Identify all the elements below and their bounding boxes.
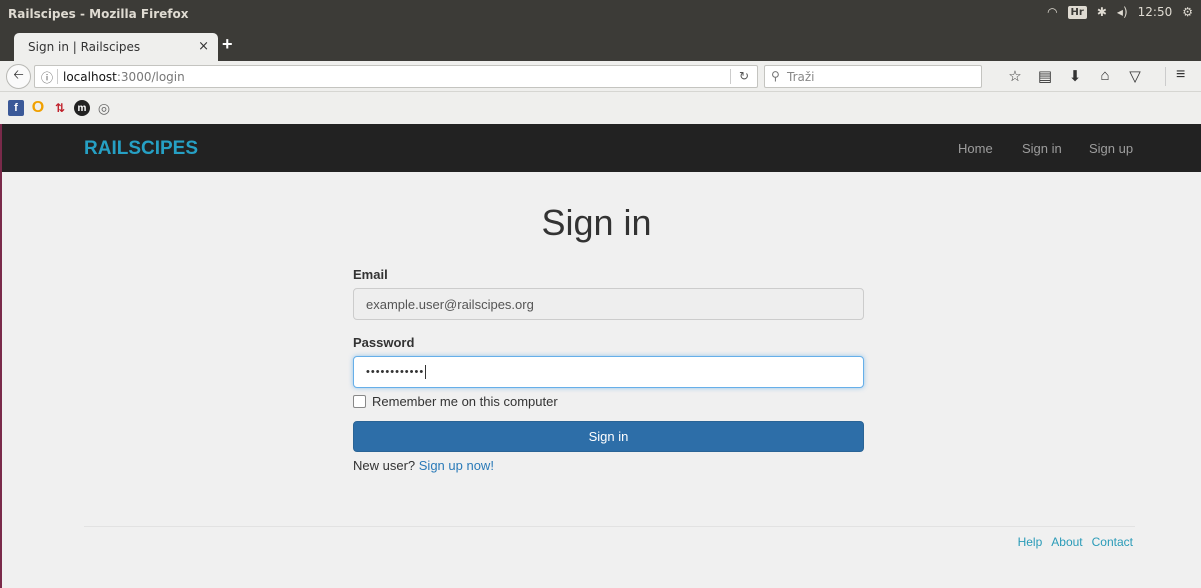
navigation-toolbar: 🡠 ⓘ localhost:3000/login ↻ ⚲ Traži ☆ ▤ ⬇… <box>0 61 1201 92</box>
back-button[interactable]: 🡠 <box>6 64 31 89</box>
tab-close-icon[interactable]: × <box>198 39 209 54</box>
remember-me-label: Remember me on this computer <box>372 394 558 409</box>
footer-contact-link[interactable]: Contact <box>1092 535 1133 549</box>
clock[interactable]: 12:50 <box>1138 5 1173 19</box>
footer-links: Help About Contact <box>1018 535 1133 549</box>
new-user-text: New user? <box>353 458 416 473</box>
brand-logo[interactable]: RAILSCIPES <box>84 138 198 160</box>
new-user-prompt: New user? Sign up now! <box>353 458 494 473</box>
tab-strip: Sign in | Railscipes × + <box>0 28 1201 61</box>
toolbar-separator <box>1165 67 1166 86</box>
opera-icon[interactable]: O <box>30 99 46 116</box>
tab-sign-in[interactable]: Sign in | Railscipes × <box>14 33 218 61</box>
search-bar[interactable]: ⚲ Traži <box>764 65 982 88</box>
reload-icon[interactable]: ↻ <box>739 69 749 83</box>
password-value: •••••••••••• <box>366 365 425 378</box>
facebook-icon[interactable]: f <box>8 100 24 116</box>
email-field[interactable]: example.user@railscipes.org <box>353 288 864 320</box>
page-content: RAILSCIPES Home Sign in Sign up Sign in … <box>0 124 1201 588</box>
bookmarks-toolbar: f O ⇅ m ◎ <box>0 92 1201 124</box>
toolbar-icons: ☆ ▤ ⬇ ⌂ ▽ <box>1000 67 1150 85</box>
url-text: localhost:3000/login <box>63 70 185 84</box>
system-tray: ◠ Hr ✱ ◂) 12:50 ⚙ <box>1047 5 1193 19</box>
footer-help-link[interactable]: Help <box>1018 535 1043 549</box>
password-field[interactable]: •••••••••••• <box>353 356 864 388</box>
bookmark-star-icon[interactable]: ☆ <box>1000 67 1030 85</box>
tab-label: Sign in | Railscipes <box>28 40 141 54</box>
reload-separator <box>730 69 731 84</box>
m-icon[interactable]: m <box>74 100 90 116</box>
url-path: :3000/login <box>116 70 185 84</box>
settings-gear-icon[interactable]: ⚙ <box>1182 5 1193 19</box>
search-placeholder: Traži <box>787 70 815 84</box>
url-host: localhost <box>63 70 117 84</box>
window-title: Railscipes - Mozilla Firefox <box>8 7 189 21</box>
footer-about-link[interactable]: About <box>1051 535 1082 549</box>
arrows-icon[interactable]: ⇅ <box>52 100 68 116</box>
new-tab-button[interactable]: + <box>222 34 233 55</box>
search-icon: ⚲ <box>771 69 780 83</box>
email-label: Email <box>353 267 388 282</box>
site-header: RAILSCIPES Home Sign in Sign up <box>2 124 1201 172</box>
home-icon[interactable]: ⌂ <box>1090 67 1120 85</box>
menu-icon[interactable]: ≡ <box>1176 66 1185 84</box>
globe-icon[interactable]: ◎ <box>96 100 112 116</box>
email-value: example.user@railscipes.org <box>366 297 534 312</box>
footer-divider <box>84 526 1135 527</box>
download-icon[interactable]: ⬇ <box>1060 67 1090 85</box>
wifi-icon[interactable]: ◠ <box>1047 5 1057 19</box>
nav-sign-in-link[interactable]: Sign in <box>1022 141 1062 156</box>
password-label: Password <box>353 335 415 350</box>
text-caret <box>425 365 427 379</box>
back-arrow-icon: 🡠 <box>13 66 24 82</box>
remember-me[interactable]: Remember me on this computer <box>353 394 558 409</box>
pocket-icon[interactable]: ▽ <box>1120 67 1150 85</box>
sign-up-now-link[interactable]: Sign up now! <box>419 458 494 473</box>
sign-in-button[interactable]: Sign in <box>353 421 864 452</box>
remember-me-checkbox[interactable] <box>353 395 366 408</box>
keyboard-layout-indicator[interactable]: Hr <box>1067 5 1087 19</box>
page-title: Sign in <box>541 202 652 243</box>
nav-home-link[interactable]: Home <box>958 141 993 156</box>
reading-list-icon[interactable]: ▤ <box>1030 67 1060 85</box>
url-separator <box>57 69 58 84</box>
site-info-icon[interactable]: ⓘ <box>41 69 53 86</box>
window-title-bar: Railscipes - Mozilla Firefox ◠ Hr ✱ ◂) 1… <box>0 0 1201 28</box>
nav-sign-up-link[interactable]: Sign up <box>1089 141 1133 156</box>
bluetooth-icon[interactable]: ✱ <box>1097 5 1107 19</box>
volume-icon[interactable]: ◂) <box>1117 5 1128 19</box>
address-bar[interactable]: ⓘ localhost:3000/login ↻ <box>34 65 758 88</box>
